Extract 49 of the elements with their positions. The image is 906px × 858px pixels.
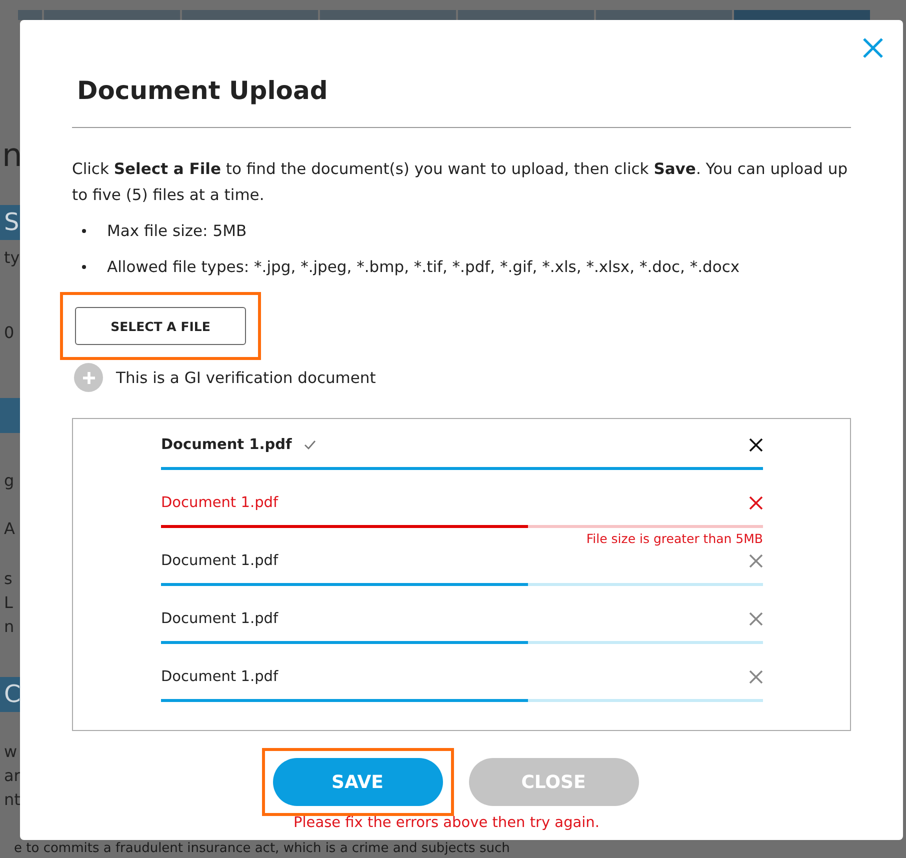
close-button[interactable]: CLOSE: [468, 758, 638, 806]
file-name: Document 1.pdf: [161, 553, 278, 569]
nav-tab[interactable]: [44, 10, 180, 20]
close-icon: [749, 438, 763, 452]
add-toggle[interactable]: [74, 363, 103, 392]
page-text: ar: [4, 766, 20, 786]
error-text: File size is greater than 5MB: [586, 531, 763, 547]
bullet-icon: [82, 265, 86, 269]
requirement-text: Allowed file types: *.jpg, *.jpeg, *.bmp, *.tif, *.pdf, *.gif, *.xls, *.xlsx, *.doc, *.docx: [107, 257, 740, 278]
check-icon: [304, 440, 316, 450]
page-text: w: [4, 742, 18, 762]
page-text: A: [4, 519, 15, 539]
file-name: Document 1.pdf: [161, 437, 292, 453]
page-text: e to commits a fraudulent insurance act, which is a crime and subjects such: [14, 841, 510, 856]
page-text: g: [4, 471, 14, 491]
error-message: Please fix the errors above then try again.: [294, 815, 600, 831]
instructions-text: Click Select a File to find the document(s) you want to upload, then click Save. You can upload up to five (5) files at a time.: [72, 159, 849, 206]
nav-tab[interactable]: [596, 10, 732, 20]
close-icon: [749, 496, 763, 510]
save-button[interactable]: SAVE: [272, 758, 442, 806]
requirement-text: Max file size: 5MB: [107, 221, 247, 242]
file-name: Document 1.pdf: [161, 611, 278, 627]
close-icon: [749, 612, 763, 626]
nav-tab[interactable]: [18, 10, 42, 20]
page-text: n: [4, 617, 14, 637]
page-text: s: [4, 569, 12, 589]
option-label: This is a GI verification document: [116, 368, 376, 386]
page-text: L: [4, 593, 13, 613]
page-text: n: [2, 135, 18, 175]
section-title: S: [4, 207, 20, 238]
page-text: ty: [4, 248, 20, 268]
close-icon: [749, 554, 763, 568]
close-icon: [861, 36, 885, 60]
nav-tab[interactable]: [458, 10, 594, 20]
nav-tab[interactable]: [182, 10, 318, 20]
page-text: 0: [4, 323, 14, 343]
close-button[interactable]: [861, 36, 885, 60]
file-name: Document 1.pdf: [161, 495, 278, 511]
dialog-title: Document Upload: [77, 75, 329, 107]
close-icon: [749, 670, 763, 684]
bullet-icon: [82, 229, 86, 233]
nav-tab[interactable]: [320, 10, 456, 20]
file-name: Document 1.pdf: [161, 669, 278, 685]
select-file-button[interactable]: SELECT A FILE: [75, 307, 246, 345]
page-text: nt: [4, 790, 20, 810]
section-title: C: [4, 679, 20, 710]
plus-icon: [82, 370, 96, 384]
remove-button[interactable]: [749, 438, 763, 452]
section-band: [0, 398, 20, 433]
